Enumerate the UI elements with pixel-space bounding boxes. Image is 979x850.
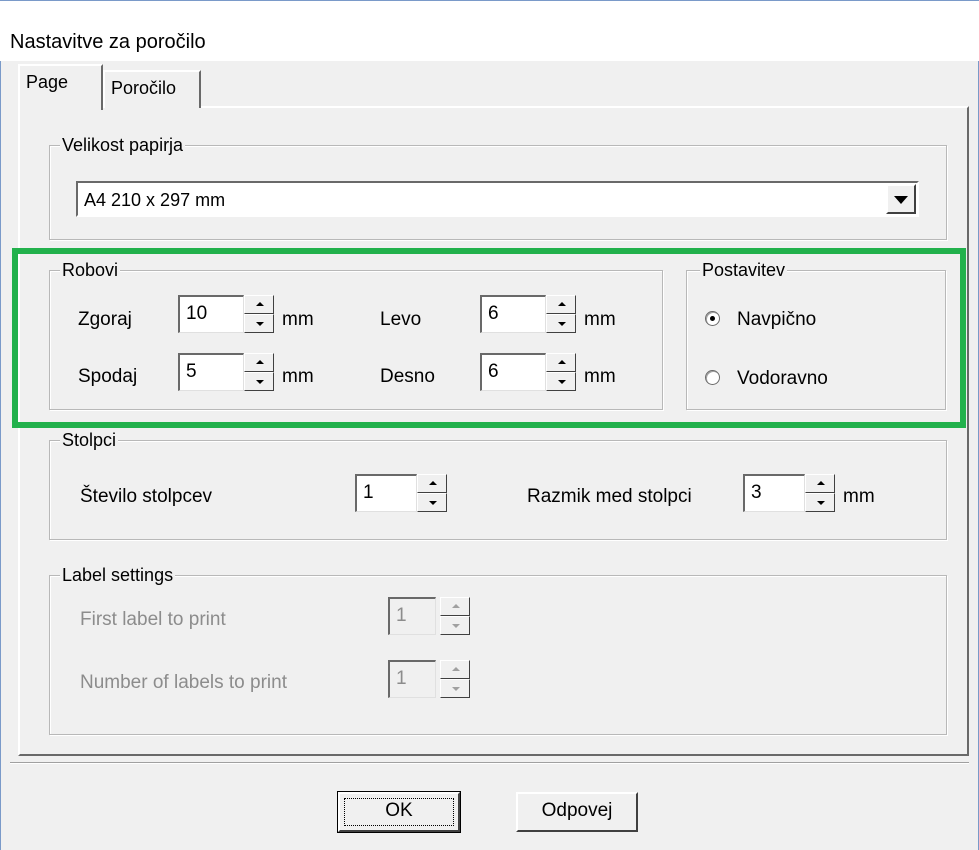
column-spacing-label: Razmik med stolpci [527,486,692,507]
spin-up-button[interactable] [417,474,447,493]
window-border [0,0,1,850]
column-count-label: Število stolpcev [80,486,213,507]
arrow-down-icon [429,501,437,505]
chevron-down-icon [894,196,908,204]
column-count-input[interactable]: 1 [355,474,417,512]
first-label-label: First label to print [80,609,226,630]
column-spacing-input[interactable]: 3 [743,474,805,512]
label-count-label: Number of labels to print [80,672,287,693]
arrow-down-icon [452,624,460,628]
label-settings-legend: Label settings [60,565,176,585]
ok-button[interactable]: OK [337,791,461,833]
separator [10,762,969,764]
spin-up-button[interactable] [805,474,835,493]
label-count-input: 1 [388,660,436,698]
focus-rect [344,798,454,826]
column-count-spinner[interactable] [417,474,447,512]
arrow-down-icon [452,687,460,691]
spin-down-button[interactable] [417,493,447,512]
label-settings-group [49,575,947,735]
highlight-box [12,248,966,428]
paper-size-value: A4 210 x 297 mm [84,190,226,210]
dropdown-button[interactable] [886,184,916,214]
tab-page[interactable]: Page [18,64,103,110]
column-spacing-unit: mm [843,486,875,507]
label-count-spinner [440,660,470,698]
spin-down-button [440,616,470,635]
arrow-up-icon [817,481,825,485]
column-spacing-spinner[interactable] [805,474,835,512]
arrow-up-icon [452,667,460,671]
arrow-up-icon [429,481,437,485]
spin-down-button [440,679,470,698]
tab-label: Poročilo [111,78,177,98]
paper-size-legend: Velikost papirja [60,135,186,155]
window-title: Nastavitve za poročilo [10,31,206,53]
spin-up-button [440,660,470,679]
arrow-down-icon [817,501,825,505]
arrow-up-icon [452,604,460,608]
spin-down-button[interactable] [805,493,835,512]
tab-porocilo[interactable]: Poročilo [103,70,201,108]
first-label-spinner [440,597,470,635]
first-label-input: 1 [388,597,436,635]
paper-size-select[interactable]: A4 210 x 297 mm [76,181,919,217]
tab-label: Page [26,72,69,92]
columns-legend: Stolpci [60,430,119,450]
title-bar[interactable]: Nastavitve za poročilo [0,1,979,61]
cancel-label: Odpovej [541,800,613,821]
spin-up-button [440,597,470,616]
cancel-button[interactable]: Odpovej [516,792,638,832]
